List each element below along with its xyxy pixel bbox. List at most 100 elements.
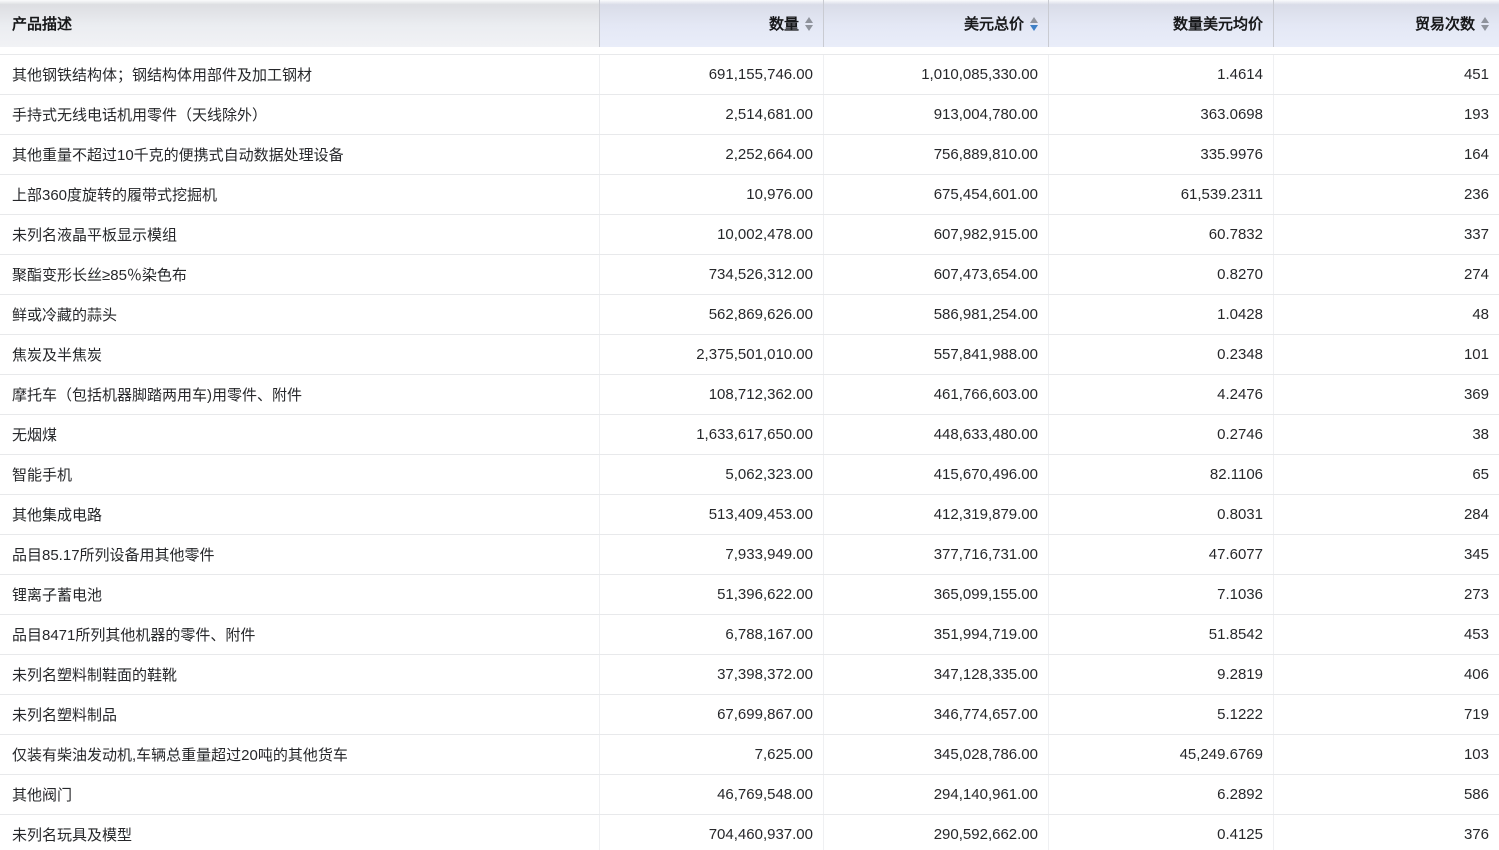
cell-product-description: 摩托车（包括机器脚踏两用车)用零件、附件	[0, 375, 600, 414]
sort-icons	[1030, 17, 1038, 31]
cell-product-description: 无烟煤	[0, 415, 600, 454]
table-header: 产品描述 数量 美元总价 数量美元均价 贸易次数	[0, 0, 1499, 47]
cell-usd-avg-price: 47.6077	[1049, 535, 1274, 574]
trade-products-table: 产品描述 数量 美元总价 数量美元均价 贸易次数 其他	[0, 0, 1499, 850]
cell-quantity: 10,002,478.00	[600, 215, 824, 254]
table-row: 摩托车（包括机器脚踏两用车)用零件、附件108,712,362.00461,76…	[0, 375, 1499, 415]
sort-descending-icon	[1481, 25, 1489, 31]
cell-trade-count: 236	[1274, 175, 1499, 214]
cell-usd-avg-price: 0.2348	[1049, 335, 1274, 374]
cell-quantity: 7,933,949.00	[600, 535, 824, 574]
cell-quantity: 513,409,453.00	[600, 495, 824, 534]
cell-usd-avg-price: 4.2476	[1049, 375, 1274, 414]
column-header-usd-avg-price: 数量美元均价	[1049, 0, 1274, 47]
cell-usd-avg-price: 335.9976	[1049, 135, 1274, 174]
cell-quantity: 1,633,617,650.00	[600, 415, 824, 454]
cell-quantity: 7,625.00	[600, 735, 824, 774]
column-header-quantity[interactable]: 数量	[600, 0, 824, 47]
cell-quantity: 704,460,937.00	[600, 815, 824, 850]
column-header-product-description: 产品描述	[0, 0, 600, 47]
table-row: 未列名塑料制品67,699,867.00346,774,657.005.1222…	[0, 695, 1499, 735]
table-row: 手持式无线电话机用零件（天线除外）2,514,681.00913,004,780…	[0, 95, 1499, 135]
cell-usd-avg-price: 60.7832	[1049, 215, 1274, 254]
cell-trade-count: 376	[1274, 815, 1499, 850]
cell-product-description: 其他钢铁结构体；钢结构体用部件及加工钢材	[0, 55, 600, 94]
cell-trade-count: 48	[1274, 295, 1499, 334]
cell-usd-total: 347,128,335.00	[824, 655, 1049, 694]
column-header-trade-count[interactable]: 贸易次数	[1274, 0, 1499, 47]
table-row: 品目8471所列其他机器的零件、附件6,788,167.00351,994,71…	[0, 615, 1499, 655]
cell-product-description: 未列名液晶平板显示模组	[0, 215, 600, 254]
cell-trade-count: 101	[1274, 335, 1499, 374]
cell-product-description: 手持式无线电话机用零件（天线除外）	[0, 95, 600, 134]
cell-product-description: 品目85.17所列设备用其他零件	[0, 535, 600, 574]
cell-trade-count: 406	[1274, 655, 1499, 694]
cell-quantity: 10,976.00	[600, 175, 824, 214]
column-header-label: 美元总价	[964, 13, 1024, 34]
cell-trade-count: 369	[1274, 375, 1499, 414]
cell-quantity: 734,526,312.00	[600, 255, 824, 294]
table-row: 其他集成电路513,409,453.00412,319,879.000.8031…	[0, 495, 1499, 535]
cell-usd-total: 607,982,915.00	[824, 215, 1049, 254]
cell-quantity: 6,788,167.00	[600, 615, 824, 654]
table-row: 其他钢铁结构体；钢结构体用部件及加工钢材691,155,746.001,010,…	[0, 55, 1499, 95]
cell-product-description: 智能手机	[0, 455, 600, 494]
cell-usd-total: 913,004,780.00	[824, 95, 1049, 134]
header-gap	[0, 47, 1499, 54]
cell-product-description: 鲜或冷藏的蒜头	[0, 295, 600, 334]
cell-usd-total: 415,670,496.00	[824, 455, 1049, 494]
cell-trade-count: 164	[1274, 135, 1499, 174]
sort-ascending-icon	[1030, 17, 1038, 23]
cell-quantity: 108,712,362.00	[600, 375, 824, 414]
cell-product-description: 其他重量不超过10千克的便携式自动数据处理设备	[0, 135, 600, 174]
cell-usd-total: 756,889,810.00	[824, 135, 1049, 174]
cell-usd-total: 377,716,731.00	[824, 535, 1049, 574]
cell-usd-total: 365,099,155.00	[824, 575, 1049, 614]
cell-quantity: 2,252,664.00	[600, 135, 824, 174]
cell-trade-count: 273	[1274, 575, 1499, 614]
cell-usd-avg-price: 1.0428	[1049, 295, 1274, 334]
sort-icons	[805, 17, 813, 31]
sort-ascending-icon	[1481, 17, 1489, 23]
cell-usd-total: 346,774,657.00	[824, 695, 1049, 734]
cell-quantity: 46,769,548.00	[600, 775, 824, 814]
sort-icons	[1481, 17, 1489, 31]
column-header-label: 数量	[769, 13, 799, 34]
cell-usd-avg-price: 0.2746	[1049, 415, 1274, 454]
cell-usd-total: 351,994,719.00	[824, 615, 1049, 654]
table-row: 仅装有柴油发动机,车辆总重量超过20吨的其他货车7,625.00345,028,…	[0, 735, 1499, 775]
cell-usd-avg-price: 5.1222	[1049, 695, 1274, 734]
cell-trade-count: 719	[1274, 695, 1499, 734]
column-header-usd-total[interactable]: 美元总价	[824, 0, 1049, 47]
table-body: 其他钢铁结构体；钢结构体用部件及加工钢材691,155,746.001,010,…	[0, 54, 1499, 850]
cell-usd-total: 557,841,988.00	[824, 335, 1049, 374]
cell-product-description: 聚酯变形长丝≥85％染色布	[0, 255, 600, 294]
cell-usd-avg-price: 6.2892	[1049, 775, 1274, 814]
table-row: 无烟煤1,633,617,650.00448,633,480.000.27463…	[0, 415, 1499, 455]
cell-usd-avg-price: 0.4125	[1049, 815, 1274, 850]
cell-quantity: 2,514,681.00	[600, 95, 824, 134]
cell-usd-total: 294,140,961.00	[824, 775, 1049, 814]
cell-usd-avg-price: 7.1036	[1049, 575, 1274, 614]
cell-usd-avg-price: 51.8542	[1049, 615, 1274, 654]
column-header-label: 数量美元均价	[1173, 13, 1263, 34]
cell-product-description: 上部360度旋转的履带式挖掘机	[0, 175, 600, 214]
cell-trade-count: 337	[1274, 215, 1499, 254]
cell-usd-total: 1,010,085,330.00	[824, 55, 1049, 94]
cell-usd-total: 290,592,662.00	[824, 815, 1049, 850]
table-row: 上部360度旋转的履带式挖掘机10,976.00675,454,601.0061…	[0, 175, 1499, 215]
cell-trade-count: 274	[1274, 255, 1499, 294]
cell-product-description: 未列名塑料制品	[0, 695, 600, 734]
cell-trade-count: 103	[1274, 735, 1499, 774]
cell-trade-count: 586	[1274, 775, 1499, 814]
cell-product-description: 其他阀门	[0, 775, 600, 814]
table-row: 品目85.17所列设备用其他零件7,933,949.00377,716,731.…	[0, 535, 1499, 575]
table-row: 锂离子蓄电池51,396,622.00365,099,155.007.10362…	[0, 575, 1499, 615]
cell-usd-avg-price: 45,249.6769	[1049, 735, 1274, 774]
cell-trade-count: 193	[1274, 95, 1499, 134]
cell-usd-avg-price: 61,539.2311	[1049, 175, 1274, 214]
cell-trade-count: 284	[1274, 495, 1499, 534]
cell-quantity: 51,396,622.00	[600, 575, 824, 614]
table-row: 鲜或冷藏的蒜头562,869,626.00586,981,254.001.042…	[0, 295, 1499, 335]
cell-usd-total: 461,766,603.00	[824, 375, 1049, 414]
